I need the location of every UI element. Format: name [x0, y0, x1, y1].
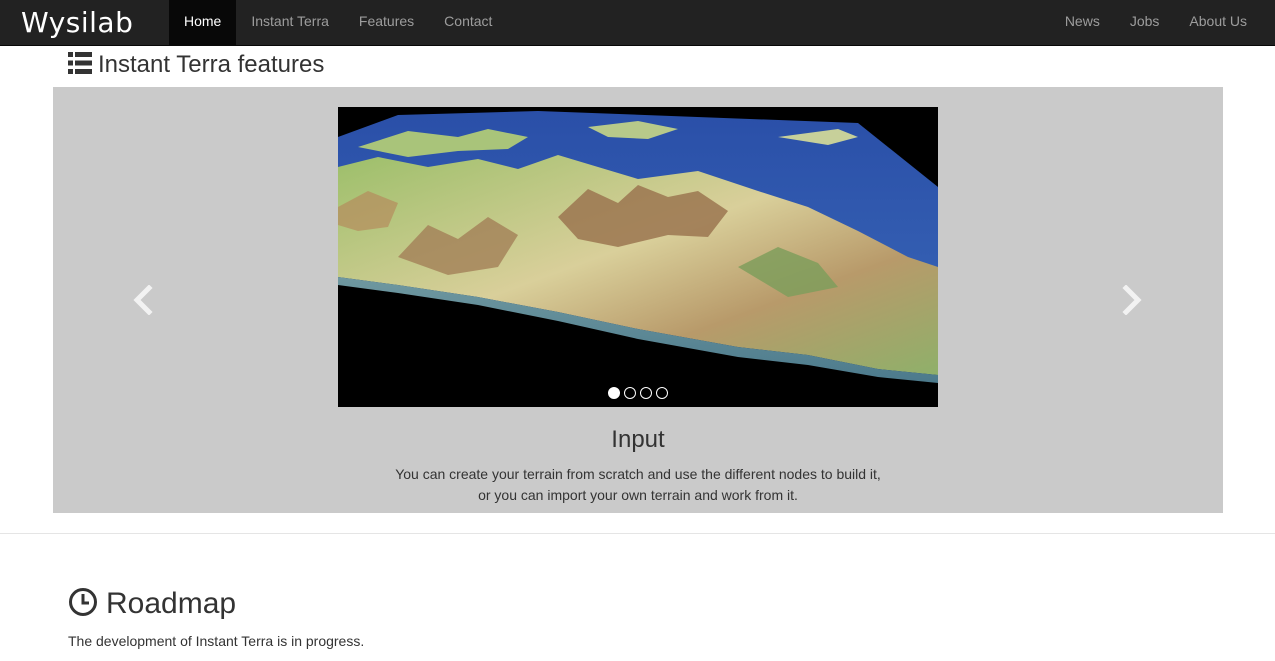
nav-main: Home Instant Terra Features Contact	[169, 0, 507, 46]
slide-caption-title: Input	[611, 426, 665, 453]
section-divider	[0, 533, 1275, 534]
carousel-indicator-2[interactable]	[624, 387, 636, 399]
chevron-left-icon	[132, 283, 154, 320]
slide-caption-line-1: You can create your terrain from scratch…	[395, 466, 881, 482]
carousel-prev-button[interactable]	[123, 282, 163, 322]
slide-caption-line-2: or you can import your own terrain and w…	[478, 487, 798, 503]
nav-instant-terra[interactable]: Instant Terra	[236, 0, 344, 46]
features-carousel: Input You can create your terrain from s…	[53, 87, 1223, 513]
features-title: Instant Terra features	[98, 51, 325, 78]
carousel-next-button[interactable]	[1112, 282, 1152, 322]
nav-news[interactable]: News	[1050, 0, 1115, 46]
nav-about-us[interactable]: About Us	[1174, 0, 1262, 46]
chevron-right-icon	[1121, 283, 1143, 320]
features-heading: Instant Terra features	[68, 50, 324, 80]
nav-home[interactable]: Home	[169, 0, 237, 46]
carousel-indicators	[338, 387, 938, 399]
slide-caption-text: You can create your terrain from scratch…	[53, 464, 1223, 506]
list-icon	[68, 51, 92, 79]
nav-contact[interactable]: Contact	[429, 0, 507, 46]
roadmap-description: The development of Instant Terra is in p…	[68, 633, 365, 649]
carousel-indicator-4[interactable]	[656, 387, 668, 399]
carousel-indicator-1[interactable]	[608, 387, 620, 399]
roadmap-title: Roadmap	[106, 587, 237, 620]
roadmap-heading: Roadmap	[68, 586, 236, 622]
nav-features[interactable]: Features	[344, 0, 429, 46]
clock-icon	[68, 587, 98, 622]
nav-secondary: News Jobs About Us	[1050, 0, 1262, 46]
carousel-indicator-3[interactable]	[640, 387, 652, 399]
terrain-slide-image	[338, 107, 938, 407]
top-navbar: Wysilab Home Instant Terra Features Cont…	[0, 0, 1275, 46]
nav-jobs[interactable]: Jobs	[1115, 0, 1175, 46]
brand-logo[interactable]: Wysilab	[0, 0, 154, 46]
